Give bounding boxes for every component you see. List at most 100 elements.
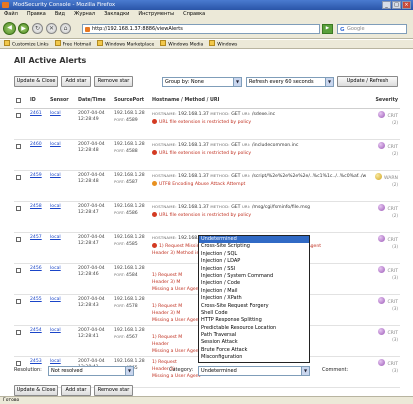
bookmark-free-hotmail[interactable]: Free Hotmail	[55, 40, 92, 48]
update-refresh-button[interactable]: Update / Refresh	[337, 76, 398, 87]
table-row[interactable]: 2460 local 2007-04-04 12:28:48 192.168.1.28 P…	[14, 139, 400, 171]
bookmark-customize-links[interactable]: Customize Links	[4, 40, 49, 48]
alert-id-link[interactable]: 2461	[30, 111, 42, 116]
category-option[interactable]: HTTP Response Splitting	[199, 317, 309, 324]
remove-star-button[interactable]: Remove star	[94, 76, 133, 87]
search-box[interactable]: G Google	[337, 24, 407, 34]
table-row[interactable]: 2461 local 2007-04-04 12:28:49 192.168.1.28 P…	[14, 108, 400, 140]
alert-id-link[interactable]: 2458	[30, 204, 42, 209]
category-option[interactable]: Injection / SSI	[199, 266, 309, 273]
sensor-link[interactable]: local	[50, 142, 61, 147]
category-option[interactable]: Undetermined	[199, 236, 309, 244]
category-option[interactable]: Session Attack	[199, 339, 309, 346]
add-star-button[interactable]: Add star	[61, 76, 91, 87]
sensor-link[interactable]: local	[50, 235, 61, 240]
category-option[interactable]: Injection / LDAP	[199, 258, 309, 265]
category-option[interactable]: Brute Force Attack	[199, 347, 309, 354]
menu-file[interactable]: Файл	[4, 10, 18, 19]
row-checkbox[interactable]	[16, 174, 21, 180]
alert-id-link[interactable]: 2460	[30, 142, 42, 147]
alert-id-link[interactable]: 2455	[30, 297, 42, 302]
alert-id-link[interactable]: 2453	[30, 359, 42, 364]
port-key: PORT:	[114, 240, 127, 246]
category-option[interactable]: Injection / Code	[199, 280, 309, 287]
datetime-cell: 2007-04-04 12:28:48	[76, 170, 112, 202]
source-cell: 192.168.1.28 PORT: 4584	[112, 263, 150, 295]
column-header[interactable]: ID	[28, 94, 48, 109]
column-header[interactable]: Date/Time	[76, 94, 112, 109]
go-button[interactable]: ▶	[322, 24, 333, 34]
column-header[interactable]: Sensor	[48, 94, 76, 109]
category-select[interactable]: Undetermined ▼	[198, 366, 310, 376]
sensor-link[interactable]: local	[50, 328, 61, 333]
severity-indicator: CRIT (3)	[370, 296, 398, 312]
category-option[interactable]: Injection / System Command	[199, 273, 309, 280]
window-controls: _ □ ×	[382, 1, 411, 9]
category-option[interactable]: Misconfiguration	[199, 354, 309, 361]
request-line: HOSTNAME: 192.168.1.37 METHOD: GET URI: …	[152, 172, 366, 179]
category-option[interactable]: Path Traversal	[199, 332, 309, 339]
remove-star-button-bottom[interactable]: Remove star	[94, 385, 133, 396]
maximize-icon[interactable]: □	[392, 1, 401, 9]
minimize-icon[interactable]: _	[382, 1, 391, 9]
id-cell: 2460	[28, 139, 48, 171]
bookmark-windows-marketplace[interactable]: Windows Marketplace	[97, 40, 154, 48]
firefox-icon	[2, 2, 9, 8]
sensor-link[interactable]: local	[50, 204, 61, 209]
menu-view[interactable]: Вид	[55, 10, 65, 19]
alert-id-link[interactable]: 2456	[30, 266, 42, 271]
refresh-interval-select[interactable]: Refresh every 60 seconds ▼	[246, 77, 334, 87]
row-checkbox[interactable]	[16, 112, 21, 118]
sensor-link[interactable]: local	[50, 173, 61, 178]
menu-tools[interactable]: Инструменты	[138, 10, 174, 19]
category-option[interactable]: Injection / SQL	[199, 251, 309, 258]
alert-message: URL file extension is restricted by poli…	[152, 211, 366, 219]
add-star-button-bottom[interactable]: Add star	[61, 385, 91, 396]
select-all-checkbox[interactable]	[16, 98, 21, 104]
menu-bookmarks[interactable]: Закладки	[104, 10, 129, 19]
address-bar[interactable]: http://192.168.1.37:8886/viewAlerts	[82, 24, 320, 34]
menu-edit[interactable]: Правка	[27, 10, 46, 19]
category-option[interactable]: Predictable Resource Location	[199, 325, 309, 332]
row-checkbox[interactable]	[16, 329, 21, 335]
alert-id-link[interactable]: 2459	[30, 173, 42, 178]
sensor-link[interactable]: local	[50, 359, 61, 364]
group-by-select[interactable]: Group by: None ▼	[162, 77, 242, 87]
sensor-link[interactable]: local	[50, 297, 61, 302]
table-row[interactable]: 2458 local 2007-04-04 12:28:47 192.168.1.28 P…	[14, 201, 400, 233]
close-icon[interactable]: ×	[402, 1, 411, 9]
method-key: METHOD:	[210, 203, 232, 209]
row-checkbox[interactable]	[16, 267, 21, 273]
category-option[interactable]: Cross-Site Request Forgery	[199, 303, 309, 310]
bookmark-windows[interactable]: Windows	[209, 40, 237, 48]
menu-history[interactable]: Журнал	[74, 10, 95, 19]
category-option[interactable]: Cross-Site Scripting	[199, 243, 309, 250]
alert-id-link[interactable]: 2457	[30, 235, 42, 240]
row-checkbox[interactable]	[16, 236, 21, 242]
category-option[interactable]: Injection / XPath	[199, 295, 309, 302]
row-checkbox[interactable]	[16, 298, 21, 304]
resolution-select[interactable]: Not resolved ▼	[48, 366, 134, 376]
bookmark-windows-media[interactable]: Windows Media	[160, 40, 203, 48]
forward-icon[interactable]: ▶	[18, 23, 29, 34]
update-close-button[interactable]: Update & Close	[14, 76, 58, 87]
reload-icon[interactable]: ↻	[32, 23, 43, 34]
back-icon[interactable]: ◀	[3, 22, 16, 35]
sensor-link[interactable]: local	[50, 111, 61, 116]
column-header[interactable]: SourcePort	[112, 94, 150, 109]
sensor-link[interactable]: local	[50, 266, 61, 271]
category-option[interactable]: Injection / Mail	[199, 288, 309, 295]
row-checkbox[interactable]	[16, 143, 21, 149]
table-row[interactable]: 2459 local 2007-04-04 12:28:48 192.168.1.28 P…	[14, 170, 400, 202]
column-header[interactable]: Severity	[368, 94, 400, 109]
row-checkbox[interactable]	[16, 205, 21, 211]
home-icon[interactable]: ⌂	[60, 23, 71, 34]
column-header[interactable]: Hostname / Method / URI	[150, 94, 368, 109]
menu-help[interactable]: Справка	[183, 10, 205, 19]
row-select-cell	[14, 201, 28, 233]
update-close-button-bottom[interactable]: Update & Close	[14, 385, 58, 396]
stop-icon[interactable]: ✕	[46, 23, 57, 34]
alert-id-link[interactable]: 2454	[30, 328, 42, 333]
category-option[interactable]: Shell Code	[199, 310, 309, 317]
category-dropdown-list[interactable]: Undetermined Cross-Site Scripting Injectio…	[198, 235, 310, 363]
